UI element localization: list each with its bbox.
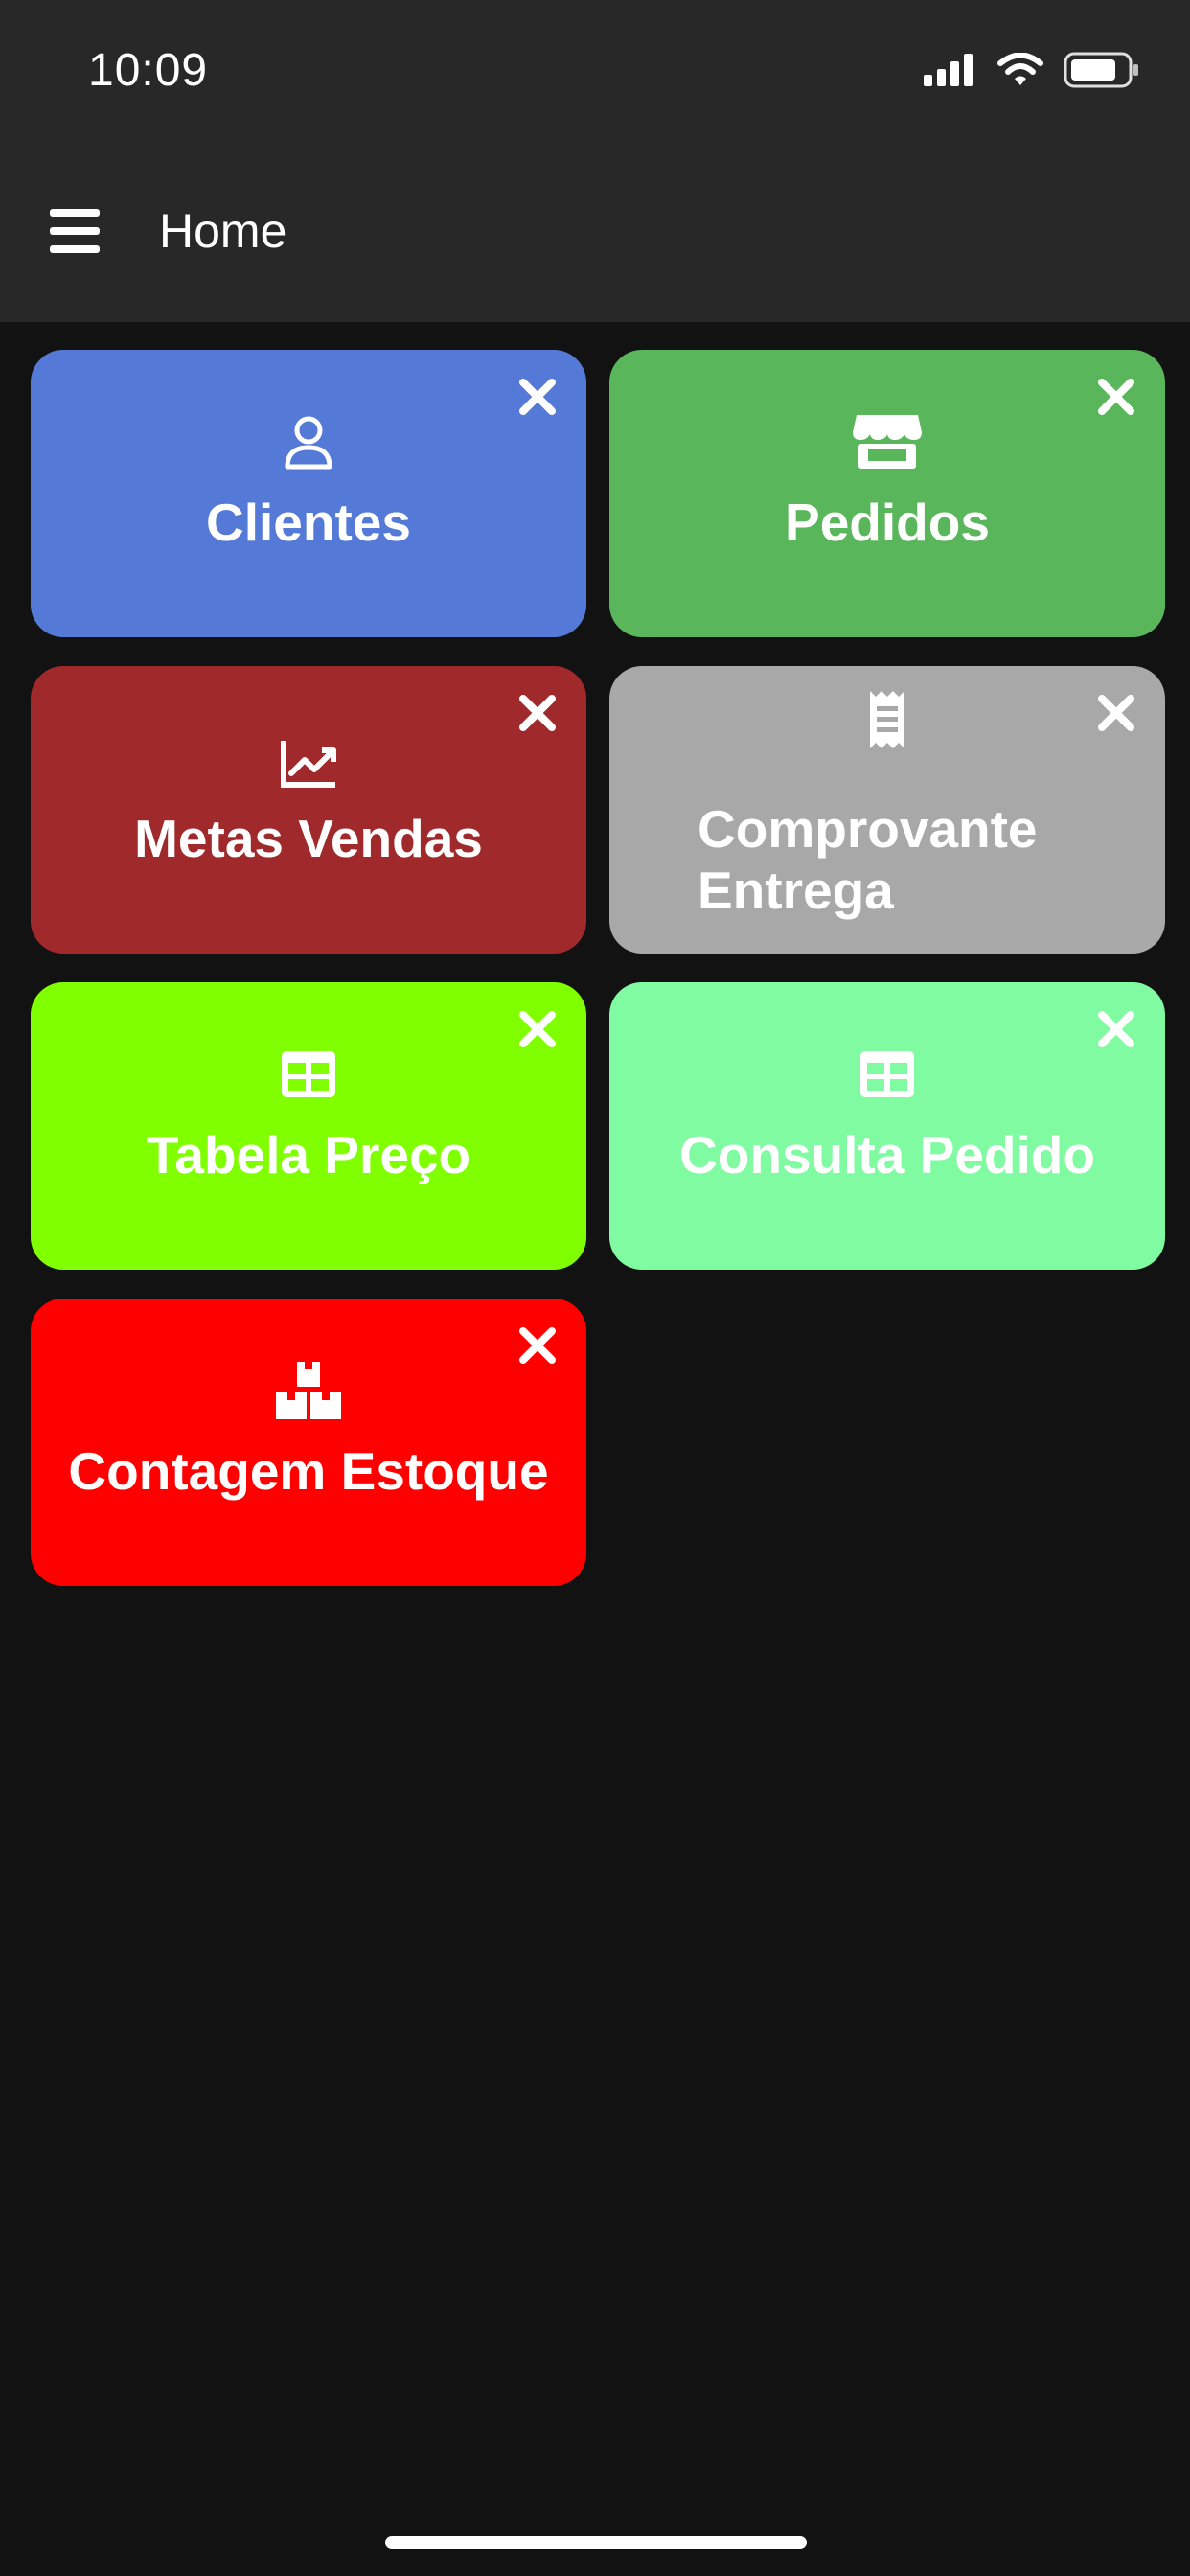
table-icon [860,1051,914,1097]
boxes-icon [276,1362,341,1419]
tile-label: Consulta Pedido [679,1125,1095,1184]
tile-consulta-pedido[interactable]: Consulta Pedido [609,982,1165,1270]
menu-button[interactable] [46,205,103,257]
chart-line-icon [281,741,336,788]
tile-comprovante-entrega[interactable]: Comprovante Entrega [609,666,1165,954]
table-icon [282,1051,335,1097]
close-icon[interactable] [515,1007,560,1051]
tile-grid: Clientes Pedidos Metas Vendas Comprovant… [31,350,1165,1586]
menu-icon [50,209,100,217]
tile-label: Pedidos [785,493,990,552]
close-icon[interactable] [1094,1007,1138,1051]
user-icon [285,416,332,470]
tile-pedidos[interactable]: Pedidos [609,350,1165,637]
wifi-icon [997,53,1043,85]
close-icon[interactable] [515,375,560,419]
tile-metas-vendas[interactable]: Metas Vendas [31,666,586,954]
tile-label: Clientes [206,493,411,552]
tile-clientes[interactable]: Clientes [31,350,586,637]
home-indicator[interactable] [385,2536,807,2549]
tile-label: Metas Vendas [134,809,483,868]
status-time: 10:09 [88,45,209,96]
tile-contagem-estoque[interactable]: Contagem Estoque [31,1299,586,1586]
close-icon[interactable] [515,691,560,735]
receipt-icon [870,691,904,748]
close-icon[interactable] [515,1323,560,1368]
signal-icon [924,54,973,86]
status-icons [924,52,1140,88]
close-icon[interactable] [1094,691,1138,735]
tile-label: Tabela Preço [146,1125,471,1184]
battery-icon [1064,52,1138,88]
tile-label: Contagem Estoque [68,1441,549,1501]
tile-label: Comprovante Entrega [698,799,1038,920]
store-icon [853,415,922,469]
app-bar: Home [0,144,1190,322]
tile-tabela-preco[interactable]: Tabela Preço [31,982,586,1270]
close-icon[interactable] [1094,375,1138,419]
page-title: Home [159,204,287,258]
status-bar: 10:09 [0,0,1190,144]
